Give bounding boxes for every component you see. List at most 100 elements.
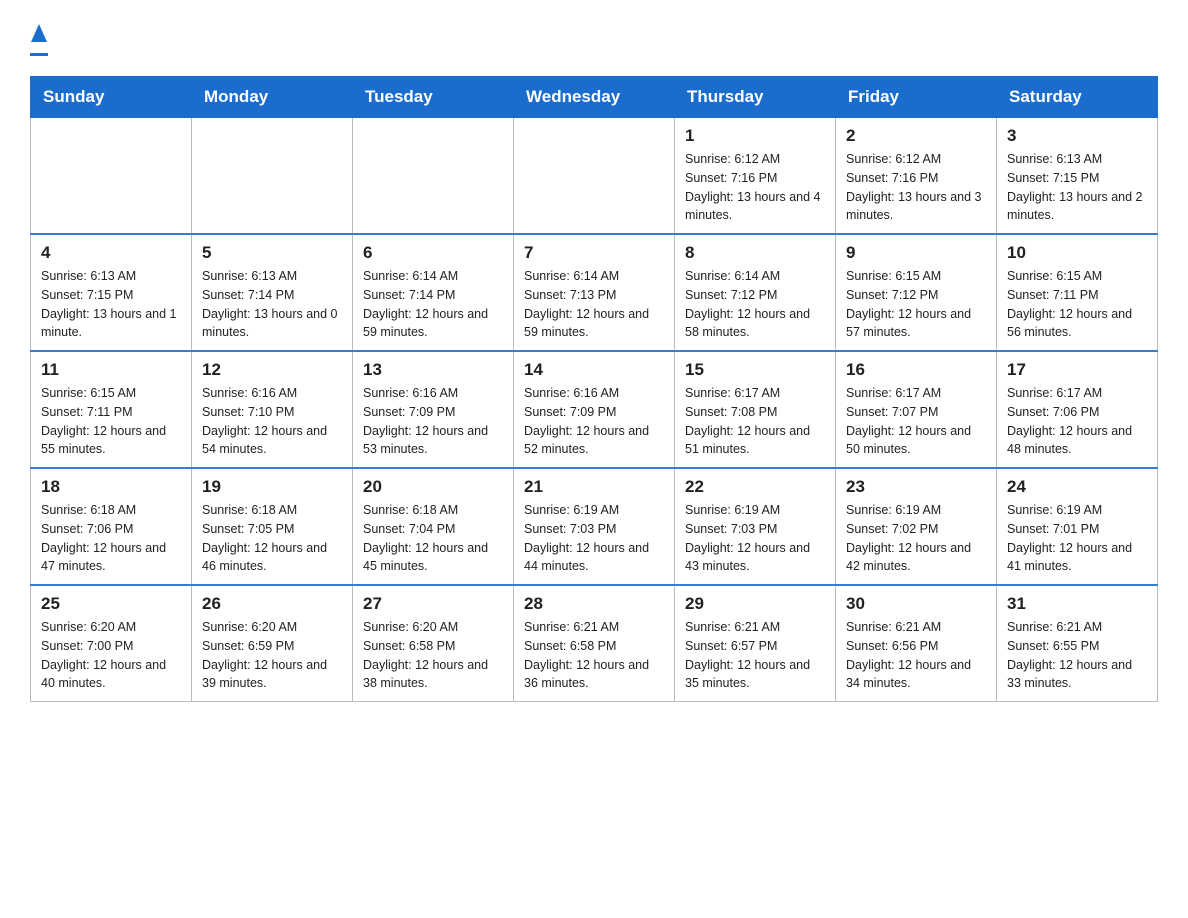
day-info: Sunrise: 6:13 AMSunset: 7:15 PMDaylight:… xyxy=(41,267,181,342)
day-info: Sunrise: 6:21 AMSunset: 6:55 PMDaylight:… xyxy=(1007,618,1147,693)
calendar-cell: 25Sunrise: 6:20 AMSunset: 7:00 PMDayligh… xyxy=(31,585,192,702)
calendar-table: SundayMondayTuesdayWednesdayThursdayFrid… xyxy=(30,76,1158,702)
calendar-cell: 23 Sunrise: 6:19 AMSunset: 7:02 PMDayligh… xyxy=(836,468,997,585)
calendar-cell xyxy=(31,118,192,235)
day-info: Sunrise: 6:15 AMSunset: 7:11 PMDaylight:… xyxy=(41,384,181,459)
day-info: Sunrise: 6:19 AMSunset: 7:03 PMDaylight:… xyxy=(685,501,825,576)
weekday-header-saturday: Saturday xyxy=(997,77,1158,118)
day-info: Sunrise: 6:19 AMSunset: 7:01 PMDaylight:… xyxy=(1007,501,1147,576)
day-info: Sunrise: 6:15 AMSunset: 7:11 PMDaylight:… xyxy=(1007,267,1147,342)
calendar-week-row: 18 Sunrise: 6:18 AMSunset: 7:06 PMDayligh… xyxy=(31,468,1158,585)
day-info: Sunrise: 6:12 AMSunset: 7:16 PMDaylight:… xyxy=(685,150,825,225)
day-info: Sunrise: 6:14 AMSunset: 7:13 PMDaylight:… xyxy=(524,267,664,342)
day-info: Sunrise: 6:13 AMSunset: 7:15 PMDaylight:… xyxy=(1007,150,1147,225)
day-number: 14 xyxy=(524,360,664,380)
day-info: Sunrise: 6:14 AMSunset: 7:14 PMDaylight:… xyxy=(363,267,503,342)
calendar-cell: 13 Sunrise: 6:16 AMSunset: 7:09 PMDayligh… xyxy=(353,351,514,468)
calendar-cell: 11 Sunrise: 6:15 AMSunset: 7:11 PMDayligh… xyxy=(31,351,192,468)
calendar-header-row: SundayMondayTuesdayWednesdayThursdayFrid… xyxy=(31,77,1158,118)
day-info: Sunrise: 6:18 AMSunset: 7:06 PMDaylight:… xyxy=(41,501,181,576)
day-number: 20 xyxy=(363,477,503,497)
weekday-header-friday: Friday xyxy=(836,77,997,118)
page-header xyxy=(30,20,1158,56)
day-info: Sunrise: 6:18 AMSunset: 7:05 PMDaylight:… xyxy=(202,501,342,576)
calendar-cell: 6 Sunrise: 6:14 AMSunset: 7:14 PMDaylight… xyxy=(353,234,514,351)
calendar-cell: 5 Sunrise: 6:13 AMSunset: 7:14 PMDaylight… xyxy=(192,234,353,351)
day-info: Sunrise: 6:12 AMSunset: 7:16 PMDaylight:… xyxy=(846,150,986,225)
day-number: 12 xyxy=(202,360,342,380)
day-number: 23 xyxy=(846,477,986,497)
calendar-cell: 18 Sunrise: 6:18 AMSunset: 7:06 PMDayligh… xyxy=(31,468,192,585)
day-number: 28 xyxy=(524,594,664,614)
day-number: 13 xyxy=(363,360,503,380)
day-number: 25 xyxy=(41,594,181,614)
day-info: Sunrise: 6:15 AMSunset: 7:12 PMDaylight:… xyxy=(846,267,986,342)
day-number: 11 xyxy=(41,360,181,380)
calendar-cell: 3 Sunrise: 6:13 AMSunset: 7:15 PMDaylight… xyxy=(997,118,1158,235)
calendar-cell: 21 Sunrise: 6:19 AMSunset: 7:03 PMDayligh… xyxy=(514,468,675,585)
weekday-header-monday: Monday xyxy=(192,77,353,118)
calendar-cell: 28Sunrise: 6:21 AMSunset: 6:58 PMDayligh… xyxy=(514,585,675,702)
calendar-cell: 16 Sunrise: 6:17 AMSunset: 7:07 PMDayligh… xyxy=(836,351,997,468)
day-info: Sunrise: 6:16 AMSunset: 7:09 PMDaylight:… xyxy=(524,384,664,459)
calendar-cell: 1 Sunrise: 6:12 AMSunset: 7:16 PMDaylight… xyxy=(675,118,836,235)
day-info: Sunrise: 6:14 AMSunset: 7:12 PMDaylight:… xyxy=(685,267,825,342)
day-info: Sunrise: 6:17 AMSunset: 7:08 PMDaylight:… xyxy=(685,384,825,459)
calendar-cell: 9 Sunrise: 6:15 AMSunset: 7:12 PMDaylight… xyxy=(836,234,997,351)
calendar-cell: 20 Sunrise: 6:18 AMSunset: 7:04 PMDayligh… xyxy=(353,468,514,585)
calendar-cell: 19 Sunrise: 6:18 AMSunset: 7:05 PMDayligh… xyxy=(192,468,353,585)
calendar-cell: 10Sunrise: 6:15 AMSunset: 7:11 PMDayligh… xyxy=(997,234,1158,351)
weekday-header-thursday: Thursday xyxy=(675,77,836,118)
day-number: 21 xyxy=(524,477,664,497)
weekday-header-tuesday: Tuesday xyxy=(353,77,514,118)
day-number: 6 xyxy=(363,243,503,263)
day-info: Sunrise: 6:20 AMSunset: 6:58 PMDaylight:… xyxy=(363,618,503,693)
calendar-cell: 27 Sunrise: 6:20 AMSunset: 6:58 PMDayligh… xyxy=(353,585,514,702)
day-number: 31 xyxy=(1007,594,1147,614)
calendar-cell: 14 Sunrise: 6:16 AMSunset: 7:09 PMDayligh… xyxy=(514,351,675,468)
calendar-cell: 4 Sunrise: 6:13 AMSunset: 7:15 PMDaylight… xyxy=(31,234,192,351)
day-number: 7 xyxy=(524,243,664,263)
weekday-header-wednesday: Wednesday xyxy=(514,77,675,118)
calendar-cell: 17Sunrise: 6:17 AMSunset: 7:06 PMDayligh… xyxy=(997,351,1158,468)
day-number: 3 xyxy=(1007,126,1147,146)
calendar-week-row: 4 Sunrise: 6:13 AMSunset: 7:15 PMDaylight… xyxy=(31,234,1158,351)
calendar-cell: 24Sunrise: 6:19 AMSunset: 7:01 PMDayligh… xyxy=(997,468,1158,585)
calendar-cell: 22Sunrise: 6:19 AMSunset: 7:03 PMDayligh… xyxy=(675,468,836,585)
calendar-cell: 29Sunrise: 6:21 AMSunset: 6:57 PMDayligh… xyxy=(675,585,836,702)
day-number: 9 xyxy=(846,243,986,263)
day-info: Sunrise: 6:17 AMSunset: 7:07 PMDaylight:… xyxy=(846,384,986,459)
day-number: 19 xyxy=(202,477,342,497)
day-info: Sunrise: 6:13 AMSunset: 7:14 PMDaylight:… xyxy=(202,267,342,342)
calendar-week-row: 11 Sunrise: 6:15 AMSunset: 7:11 PMDayligh… xyxy=(31,351,1158,468)
day-number: 5 xyxy=(202,243,342,263)
day-number: 30 xyxy=(846,594,986,614)
day-number: 8 xyxy=(685,243,825,263)
day-info: Sunrise: 6:21 AMSunset: 6:56 PMDaylight:… xyxy=(846,618,986,693)
day-info: Sunrise: 6:16 AMSunset: 7:09 PMDaylight:… xyxy=(363,384,503,459)
day-number: 18 xyxy=(41,477,181,497)
calendar-cell: 15Sunrise: 6:17 AMSunset: 7:08 PMDayligh… xyxy=(675,351,836,468)
day-info: Sunrise: 6:19 AMSunset: 7:03 PMDaylight:… xyxy=(524,501,664,576)
day-info: Sunrise: 6:21 AMSunset: 6:57 PMDaylight:… xyxy=(685,618,825,693)
calendar-cell xyxy=(353,118,514,235)
day-number: 4 xyxy=(41,243,181,263)
calendar-cell xyxy=(514,118,675,235)
calendar-cell: 31 Sunrise: 6:21 AMSunset: 6:55 PMDayligh… xyxy=(997,585,1158,702)
day-number: 26 xyxy=(202,594,342,614)
day-info: Sunrise: 6:17 AMSunset: 7:06 PMDaylight:… xyxy=(1007,384,1147,459)
calendar-cell xyxy=(192,118,353,235)
calendar-cell: 8 Sunrise: 6:14 AMSunset: 7:12 PMDaylight… xyxy=(675,234,836,351)
day-number: 1 xyxy=(685,126,825,146)
calendar-cell: 26 Sunrise: 6:20 AMSunset: 6:59 PMDayligh… xyxy=(192,585,353,702)
day-info: Sunrise: 6:18 AMSunset: 7:04 PMDaylight:… xyxy=(363,501,503,576)
day-info: Sunrise: 6:19 AMSunset: 7:02 PMDaylight:… xyxy=(846,501,986,576)
calendar-cell: 2Sunrise: 6:12 AMSunset: 7:16 PMDaylight… xyxy=(836,118,997,235)
day-number: 27 xyxy=(363,594,503,614)
logo-triangle-icon xyxy=(31,20,47,51)
calendar-week-row: 1 Sunrise: 6:12 AMSunset: 7:16 PMDaylight… xyxy=(31,118,1158,235)
logo-underline xyxy=(30,53,48,56)
day-info: Sunrise: 6:20 AMSunset: 6:59 PMDaylight:… xyxy=(202,618,342,693)
day-number: 16 xyxy=(846,360,986,380)
weekday-header-sunday: Sunday xyxy=(31,77,192,118)
